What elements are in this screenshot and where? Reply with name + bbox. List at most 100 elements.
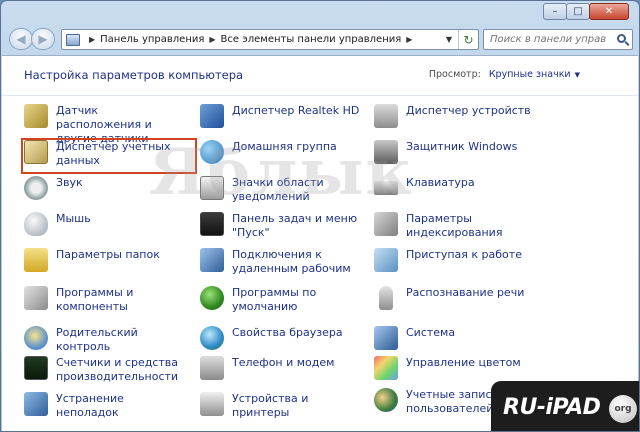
content-header: Настройка параметров компьютера Просмотр… [2,56,638,96]
item-label: Родительский контроль [56,326,138,353]
troubleshooting-icon [24,392,48,416]
list-item[interactable]: Управление цветом [374,356,534,380]
back-arrow-icon: ◀ [16,32,26,46]
devices-printers-icon [200,392,224,416]
forward-arrow-icon: ▶ [38,32,48,46]
list-item[interactable]: Счетчики и средства производительности [24,356,184,384]
watermark-ru-ipad-text: RU-iPAD [503,394,601,420]
content-pane: Настройка параметров компьютера Просмотр… [2,55,638,431]
sound-icon [24,176,48,200]
list-item[interactable]: Приступая к работе [374,248,534,272]
view-mode-dropdown[interactable]: Крупные значки [489,69,571,80]
list-item[interactable]: Телефон и модем [200,356,360,380]
list-item[interactable]: Диспетчер Realtek HD [200,104,360,128]
search-icon[interactable] [617,34,626,43]
window-controls: – □ ✕ [543,3,629,20]
list-item[interactable]: Панель задач и меню "Пуск" [200,212,360,240]
chevron-down-icon[interactable]: ▼ [575,71,580,79]
refresh-icon: ↻ [463,32,474,47]
close-button[interactable]: ✕ [589,3,629,20]
list-item[interactable]: Устранение неполадок [24,392,184,420]
phone-modem-icon [200,356,224,380]
default-programs-icon [200,286,224,310]
windows-defender-icon [374,140,398,164]
list-item[interactable]: Параметры индексирования [374,212,534,240]
internet-options-icon [200,326,224,350]
item-label: Счетчики и средства производительности [56,356,179,383]
page-title: Настройка параметров компьютера [24,68,244,82]
navigation-bar: ◀ ▶ ▶ Панель управления ▶ Все элементы п… [1,23,639,55]
realtek-audio-icon [200,104,224,128]
item-label: Телефон и модем [232,356,335,369]
item-label: Устранение неполадок [56,392,124,419]
watermark-org-badge: org [609,395,637,423]
list-item[interactable]: Родительский контроль [24,326,184,354]
view-by-control: Просмотр: Крупные значки ▼ [429,69,580,80]
breadcrumb-separator-icon[interactable]: ▶ [406,35,412,44]
item-label: Подключения к удаленным рабочим [232,248,351,275]
item-label: Свойства браузера [232,326,343,339]
device-manager-icon [374,104,398,128]
item-label: Система [406,326,456,339]
item-label: Устройства и принтеры [232,392,309,419]
address-bar[interactable]: ▶ Панель управления ▶ Все элементы панел… [61,29,479,50]
list-item[interactable]: Программы и компоненты [24,286,184,314]
list-item[interactable]: Программы по умолчанию [200,286,360,314]
control-panel-window: – □ ✕ ◀ ▶ ▶ Панель управления ▶ Все элем… [0,0,640,432]
list-item[interactable]: Клавиатура [374,176,534,195]
list-item[interactable]: Параметры папок [24,248,184,272]
parental-controls-icon [24,326,48,350]
search-input[interactable] [484,30,606,49]
list-item[interactable]: Домашняя группа [200,140,360,164]
item-label: Управление цветом [406,356,521,369]
maximize-button[interactable]: □ [566,3,590,20]
list-item[interactable]: Защитник Windows [374,140,534,164]
list-item[interactable]: Мышь [24,212,184,236]
item-label: Параметры папок [56,248,160,261]
item-label: Распознавание речи [406,286,525,299]
item-label: Приступая к работе [406,248,522,261]
back-button[interactable]: ◀ [9,28,33,50]
breadcrumb-control-panel[interactable]: Панель управления [100,34,204,45]
breadcrumb-all-items[interactable]: Все элементы панели управления [221,34,402,45]
list-item[interactable]: Система [374,326,534,350]
item-label: Мышь [56,212,91,225]
minimize-button[interactable]: – [543,3,567,20]
homegroup-icon [200,140,224,164]
notification-icons-icon [200,176,224,200]
item-label: Диспетчер устройств [406,104,531,117]
list-item[interactable]: Подключения к удаленным рабочим [200,248,360,276]
item-label: Диспетчер Realtek HD [232,104,360,117]
color-management-icon [374,356,398,380]
list-item[interactable]: Устройства и принтеры [200,392,360,420]
refresh-button[interactable]: ↻ [458,30,478,49]
breadcrumb-separator-icon[interactable]: ▶ [209,35,215,44]
item-label: Программы по умолчанию [232,286,317,313]
address-dropdown-icon[interactable]: ▼ [442,30,456,49]
speech-recognition-icon [379,286,393,310]
getting-started-icon [374,248,398,272]
list-item[interactable]: Звук [24,176,184,200]
item-label: Звук [56,176,83,189]
remote-desktop-icon [200,248,224,272]
system-icon [374,326,398,350]
selection-highlight [21,138,197,174]
list-item[interactable]: Диспетчер устройств [374,104,534,128]
item-label: Домашняя группа [232,140,337,153]
indexing-icon [374,212,398,236]
breadcrumb-separator-icon[interactable]: ▶ [89,35,95,44]
item-label: Параметры индексирования [406,212,503,239]
list-item[interactable]: Свойства браузера [200,326,360,350]
list-item[interactable]: Распознавание речи [374,286,534,310]
forward-button[interactable]: ▶ [31,28,55,50]
list-item[interactable]: Значки области уведомлений [200,176,360,204]
taskbar-icon [200,212,224,236]
view-by-label: Просмотр: [428,69,481,80]
mouse-icon [24,212,48,236]
user-accounts-icon [374,388,398,412]
item-label: Программы и компоненты [56,286,134,313]
programs-features-icon [24,286,48,310]
sensor-icon [24,104,48,128]
performance-icon [24,356,48,380]
search-box[interactable] [483,29,633,50]
